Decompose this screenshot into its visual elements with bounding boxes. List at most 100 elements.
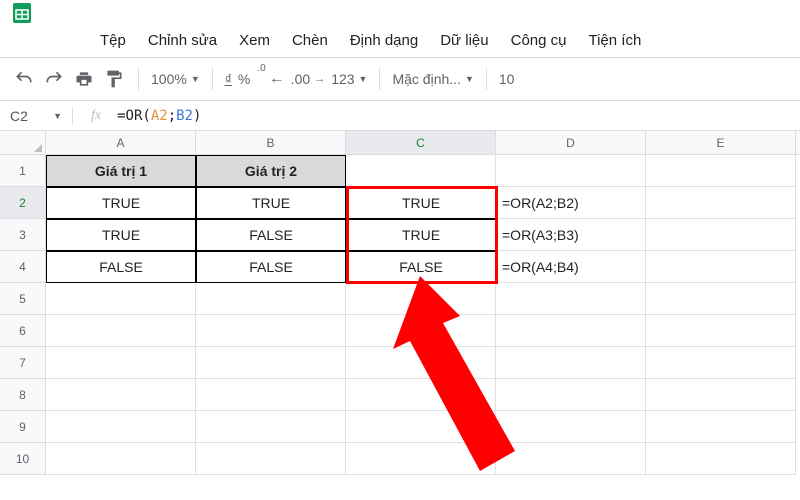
cell-b8[interactable] (196, 379, 346, 411)
font-dropdown[interactable]: Mặc định...▼ (392, 71, 473, 87)
row-header-3[interactable]: 3 (0, 219, 46, 251)
cell-a1[interactable]: Giá trị 1 (46, 155, 196, 187)
row-header-2[interactable]: 2 (0, 187, 46, 219)
formula-sep: ; (168, 108, 176, 124)
dec00-label: .00 (291, 71, 310, 87)
menu-view[interactable]: Xem (239, 32, 270, 49)
cell-b1[interactable]: Giá trị 2 (196, 155, 346, 187)
col-header-d[interactable]: D (496, 131, 646, 154)
font-size[interactable]: 10 (499, 71, 515, 87)
titlebar (0, 0, 800, 28)
cell-b2[interactable]: TRUE (196, 187, 346, 219)
row-header-8[interactable]: 8 (0, 379, 46, 411)
cell-e8[interactable] (646, 379, 796, 411)
cell-d9[interactable] (496, 411, 646, 443)
cell-e5[interactable] (646, 283, 796, 315)
col-header-b[interactable]: B (196, 131, 346, 154)
formula-bar[interactable]: =OR(A2;B2) (113, 108, 800, 124)
cell-c4[interactable]: FALSE (346, 251, 496, 283)
cell-a10[interactable] (46, 443, 196, 475)
cell-b3[interactable]: FALSE (196, 219, 346, 251)
cell-d2[interactable]: =OR(A2;B2) (496, 187, 646, 219)
separator (212, 68, 213, 90)
cell-c6[interactable] (346, 315, 496, 347)
row-header-9[interactable]: 9 (0, 411, 46, 443)
cell-e3[interactable] (646, 219, 796, 251)
redo-icon[interactable] (42, 67, 66, 91)
cell-a3[interactable]: TRUE (46, 219, 196, 251)
spreadsheet-grid: A B C D E 1 Giá trị 1 Giá trị 2 2 TRUE T… (0, 131, 800, 475)
select-all-corner[interactable] (0, 131, 46, 154)
cell-b7[interactable] (196, 347, 346, 379)
paint-format-icon[interactable] (102, 67, 126, 91)
cell-d3[interactable]: =OR(A3;B3) (496, 219, 646, 251)
cell-b6[interactable] (196, 315, 346, 347)
formula-arg1: A2 (151, 108, 168, 124)
formula-fn: =OR( (117, 108, 151, 124)
num123-label: 123 (331, 71, 354, 87)
cell-b9[interactable] (196, 411, 346, 443)
row-header-6[interactable]: 6 (0, 315, 46, 347)
undo-icon[interactable] (12, 67, 36, 91)
cell-d8[interactable] (496, 379, 646, 411)
menu-format[interactable]: Định dạng (350, 32, 418, 49)
menu-file[interactable]: Tệp (100, 32, 126, 49)
font-name: Mặc định... (392, 71, 460, 87)
menu-extensions[interactable]: Tiện ích (588, 32, 641, 49)
zoom-value: 100% (151, 71, 187, 87)
menu-edit[interactable]: Chỉnh sửa (148, 32, 217, 49)
cell-c2[interactable]: TRUE (346, 187, 496, 219)
decrease-decimal-button[interactable]: .0.0← (256, 70, 284, 88)
cell-d5[interactable] (496, 283, 646, 315)
cell-a7[interactable] (46, 347, 196, 379)
cell-c1[interactable] (346, 155, 496, 187)
currency-button[interactable]: ₫ (225, 71, 232, 87)
formula-arg2: B2 (176, 108, 193, 124)
cell-a4[interactable]: FALSE (46, 251, 196, 283)
col-header-e[interactable]: E (646, 131, 796, 154)
cell-d10[interactable] (496, 443, 646, 475)
cell-a2[interactable]: TRUE (46, 187, 196, 219)
name-box[interactable]: C2 ▼ (0, 108, 72, 124)
row-header-4[interactable]: 4 (0, 251, 46, 283)
cell-c3[interactable]: TRUE (346, 219, 496, 251)
cell-a5[interactable] (46, 283, 196, 315)
col-header-a[interactable]: A (46, 131, 196, 154)
row-header-1[interactable]: 1 (0, 155, 46, 187)
cell-c7[interactable] (346, 347, 496, 379)
cell-e7[interactable] (646, 347, 796, 379)
cell-d4[interactable]: =OR(A4;B4) (496, 251, 646, 283)
cell-a6[interactable] (46, 315, 196, 347)
zoom-dropdown[interactable]: 100%▼ (151, 71, 200, 87)
cell-e1[interactable] (646, 155, 796, 187)
print-icon[interactable] (72, 67, 96, 91)
cell-b10[interactable] (196, 443, 346, 475)
cell-e9[interactable] (646, 411, 796, 443)
cell-e4[interactable] (646, 251, 796, 283)
menu-insert[interactable]: Chèn (292, 32, 328, 49)
row-header-7[interactable]: 7 (0, 347, 46, 379)
percent-button[interactable]: % (238, 71, 250, 87)
col-header-c[interactable]: C (346, 131, 496, 154)
cell-a8[interactable] (46, 379, 196, 411)
cell-a9[interactable] (46, 411, 196, 443)
row-header-10[interactable]: 10 (0, 443, 46, 475)
increase-decimal-button[interactable]: .00→ (291, 71, 325, 87)
more-formats-dropdown[interactable]: 123▼ (331, 71, 367, 87)
cell-e6[interactable] (646, 315, 796, 347)
cell-e10[interactable] (646, 443, 796, 475)
menu-tools[interactable]: Công cụ (511, 32, 567, 49)
cell-b4[interactable]: FALSE (196, 251, 346, 283)
cell-d7[interactable] (496, 347, 646, 379)
menu-data[interactable]: Dữ liệu (440, 32, 488, 49)
cell-c10[interactable] (346, 443, 496, 475)
cell-c5[interactable] (346, 283, 496, 315)
cell-d6[interactable] (496, 315, 646, 347)
cell-b5[interactable] (196, 283, 346, 315)
row-header-5[interactable]: 5 (0, 283, 46, 315)
fx-icon: fx (72, 108, 113, 124)
cell-c9[interactable] (346, 411, 496, 443)
cell-c8[interactable] (346, 379, 496, 411)
cell-e2[interactable] (646, 187, 796, 219)
cell-d1[interactable] (496, 155, 646, 187)
